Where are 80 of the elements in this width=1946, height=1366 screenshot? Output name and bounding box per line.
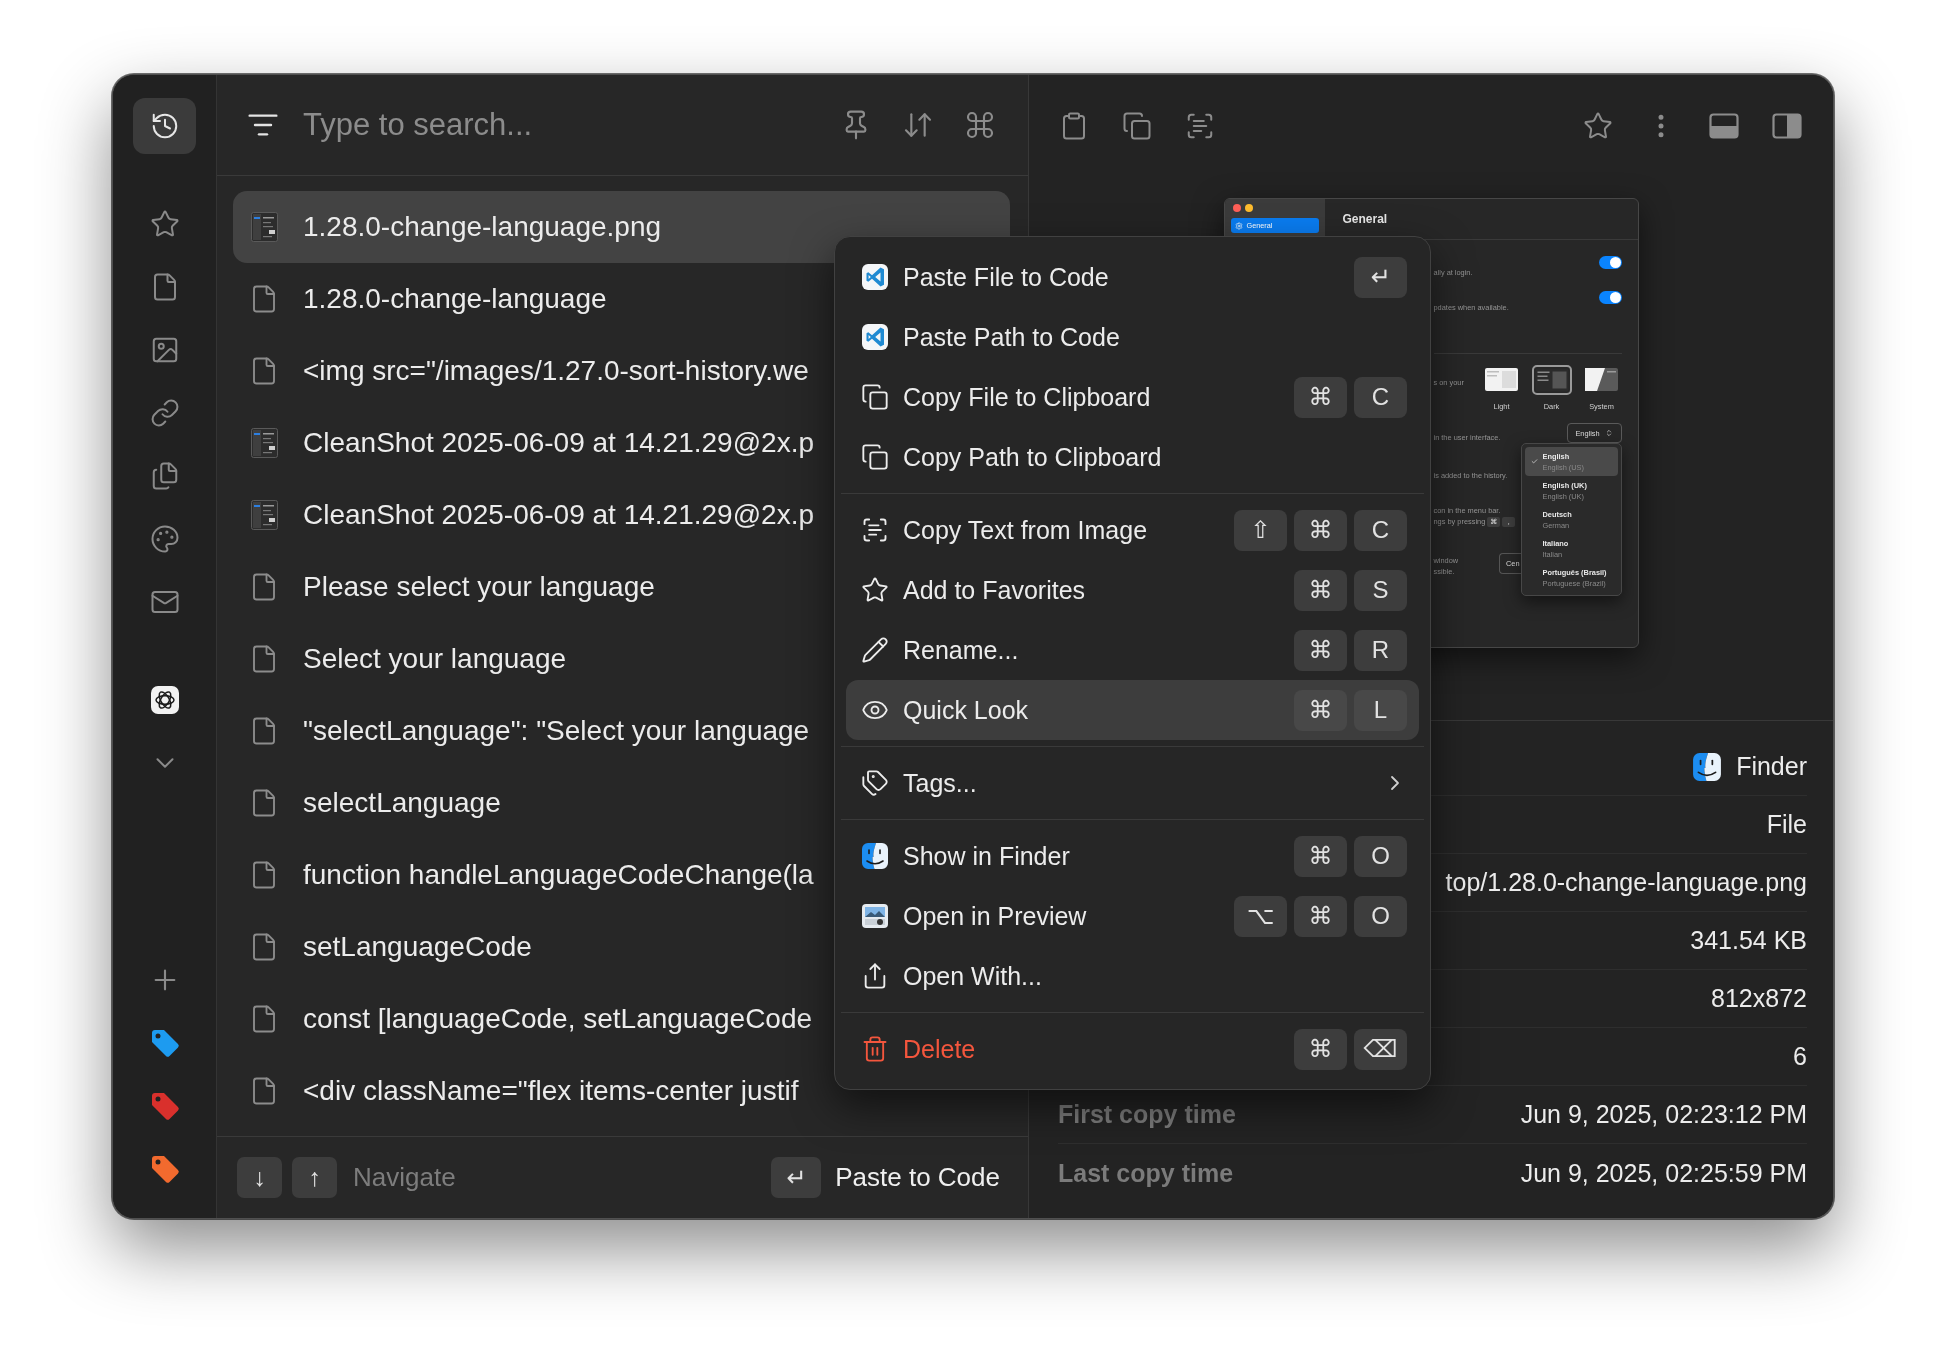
app-icon bbox=[861, 263, 889, 291]
menu-item[interactable]: Open With... bbox=[846, 946, 1419, 1006]
detail-value: Finder bbox=[1736, 752, 1807, 781]
sidebar-item[interactable] bbox=[133, 97, 196, 154]
detail-value: 6 bbox=[1793, 1042, 1807, 1071]
star-icon bbox=[861, 576, 889, 604]
detail-value: File bbox=[1766, 810, 1807, 839]
gear-icon bbox=[1234, 221, 1243, 230]
keycap: S bbox=[1354, 569, 1407, 611]
hint-label: Navigate bbox=[353, 1162, 456, 1193]
keycap: ⌘ bbox=[1294, 569, 1347, 611]
screenshot-thumbnail-icon bbox=[250, 428, 278, 458]
keycap: ↑ bbox=[292, 1157, 337, 1198]
face-app-icon bbox=[1692, 751, 1723, 782]
keycap: ↓ bbox=[237, 1157, 282, 1198]
menu-item[interactable]: Delete ⌘ ⌫ bbox=[846, 1019, 1419, 1079]
menu-item[interactable]: Show in Finder ⌘ O bbox=[846, 826, 1419, 886]
up-down-chevron-icon bbox=[1604, 429, 1613, 437]
keycap: O bbox=[1354, 895, 1407, 937]
pencil-icon bbox=[861, 636, 889, 664]
bottom-panel-icon[interactable] bbox=[1709, 112, 1739, 139]
menu-item[interactable]: Quick Look ⌘ L bbox=[846, 680, 1419, 740]
menu-item[interactable]: Add to Favorites ⌘ S bbox=[846, 560, 1419, 620]
scan-text-icon bbox=[861, 516, 889, 544]
detail-value: Jun 9, 2025, 02:23:12 PM bbox=[1520, 1100, 1807, 1129]
copy-icon bbox=[861, 443, 889, 471]
detail-label: First copy time bbox=[1058, 1100, 1236, 1129]
copy-icon bbox=[861, 383, 889, 411]
keycap: ⌘ bbox=[1294, 629, 1347, 671]
keycap: ⌘ bbox=[1294, 895, 1347, 937]
keycap: ⌘ bbox=[1294, 509, 1347, 551]
link-icon bbox=[149, 398, 180, 428]
keycap: L bbox=[1354, 689, 1407, 731]
action-label: Paste to Code bbox=[835, 1162, 1000, 1193]
face-app-icon bbox=[861, 842, 889, 870]
keycap: C bbox=[1354, 376, 1407, 418]
check-icon bbox=[1530, 458, 1538, 465]
trash-icon bbox=[861, 1035, 889, 1063]
star-icon bbox=[149, 209, 180, 239]
preview-title: General bbox=[1342, 212, 1388, 226]
keycap: ⌘ bbox=[1294, 689, 1347, 731]
keycap: R bbox=[1354, 629, 1407, 671]
tag-icon[interactable] bbox=[149, 1028, 180, 1058]
detail-label: Last copy time bbox=[1058, 1158, 1234, 1188]
keycap: ⌘ bbox=[1294, 376, 1347, 418]
keycap: C bbox=[1354, 509, 1407, 551]
atom-app-icon[interactable] bbox=[150, 686, 179, 714]
menu-item[interactable]: Rename... ⌘ R bbox=[846, 620, 1419, 680]
menu-item[interactable]: Copy Path to Clipboard bbox=[846, 427, 1419, 487]
screenshot-thumbnail-icon bbox=[250, 212, 278, 242]
menu-item[interactable]: Copy Text from Image ⇧ ⌘ C bbox=[846, 500, 1419, 560]
history-item[interactable]: 1.28.0-change-language.png bbox=[233, 191, 1010, 263]
detail-value: Jun 9, 2025, 02:25:59 PM bbox=[1520, 1158, 1807, 1188]
star-icon[interactable] bbox=[1583, 110, 1613, 141]
menu-item[interactable]: Copy File to Clipboard ⌘ C bbox=[846, 367, 1419, 427]
detail-value: 341.54 KB bbox=[1690, 926, 1807, 955]
command-icon[interactable] bbox=[964, 109, 996, 141]
copy-icon[interactable] bbox=[1122, 110, 1152, 141]
keycap: O bbox=[1354, 835, 1407, 877]
screenshot-thumbnail-icon bbox=[250, 500, 278, 530]
search-field[interactable]: Type to search... bbox=[303, 102, 816, 148]
keycap: ⌥ bbox=[1234, 895, 1287, 937]
detail-value: top/1.28.0-change-language.png bbox=[1445, 868, 1807, 897]
photo-app-icon bbox=[861, 902, 889, 930]
right-panel-icon[interactable] bbox=[1772, 112, 1802, 139]
palette-icon bbox=[149, 524, 180, 554]
tag-icon[interactable] bbox=[149, 1154, 180, 1184]
app-icon bbox=[861, 323, 889, 351]
keycap: ⌫ bbox=[1354, 1028, 1407, 1070]
menu-item[interactable]: Paste Path to Code bbox=[846, 307, 1419, 367]
tags-icon bbox=[861, 769, 889, 797]
menu-item[interactable]: Open in Preview ⌥ ⌘ O bbox=[846, 886, 1419, 946]
keycap: ⇧ bbox=[1234, 509, 1287, 551]
detail-value: 812x872 bbox=[1711, 984, 1807, 1013]
menu-item[interactable]: Tags... bbox=[846, 753, 1419, 813]
keycap: ↵ bbox=[771, 1157, 822, 1198]
keycap: ⌘ bbox=[1294, 1028, 1347, 1070]
tag-icon[interactable] bbox=[149, 1091, 180, 1121]
keycap: ⌘ bbox=[1294, 835, 1347, 877]
keycap: ↵ bbox=[1354, 256, 1407, 298]
